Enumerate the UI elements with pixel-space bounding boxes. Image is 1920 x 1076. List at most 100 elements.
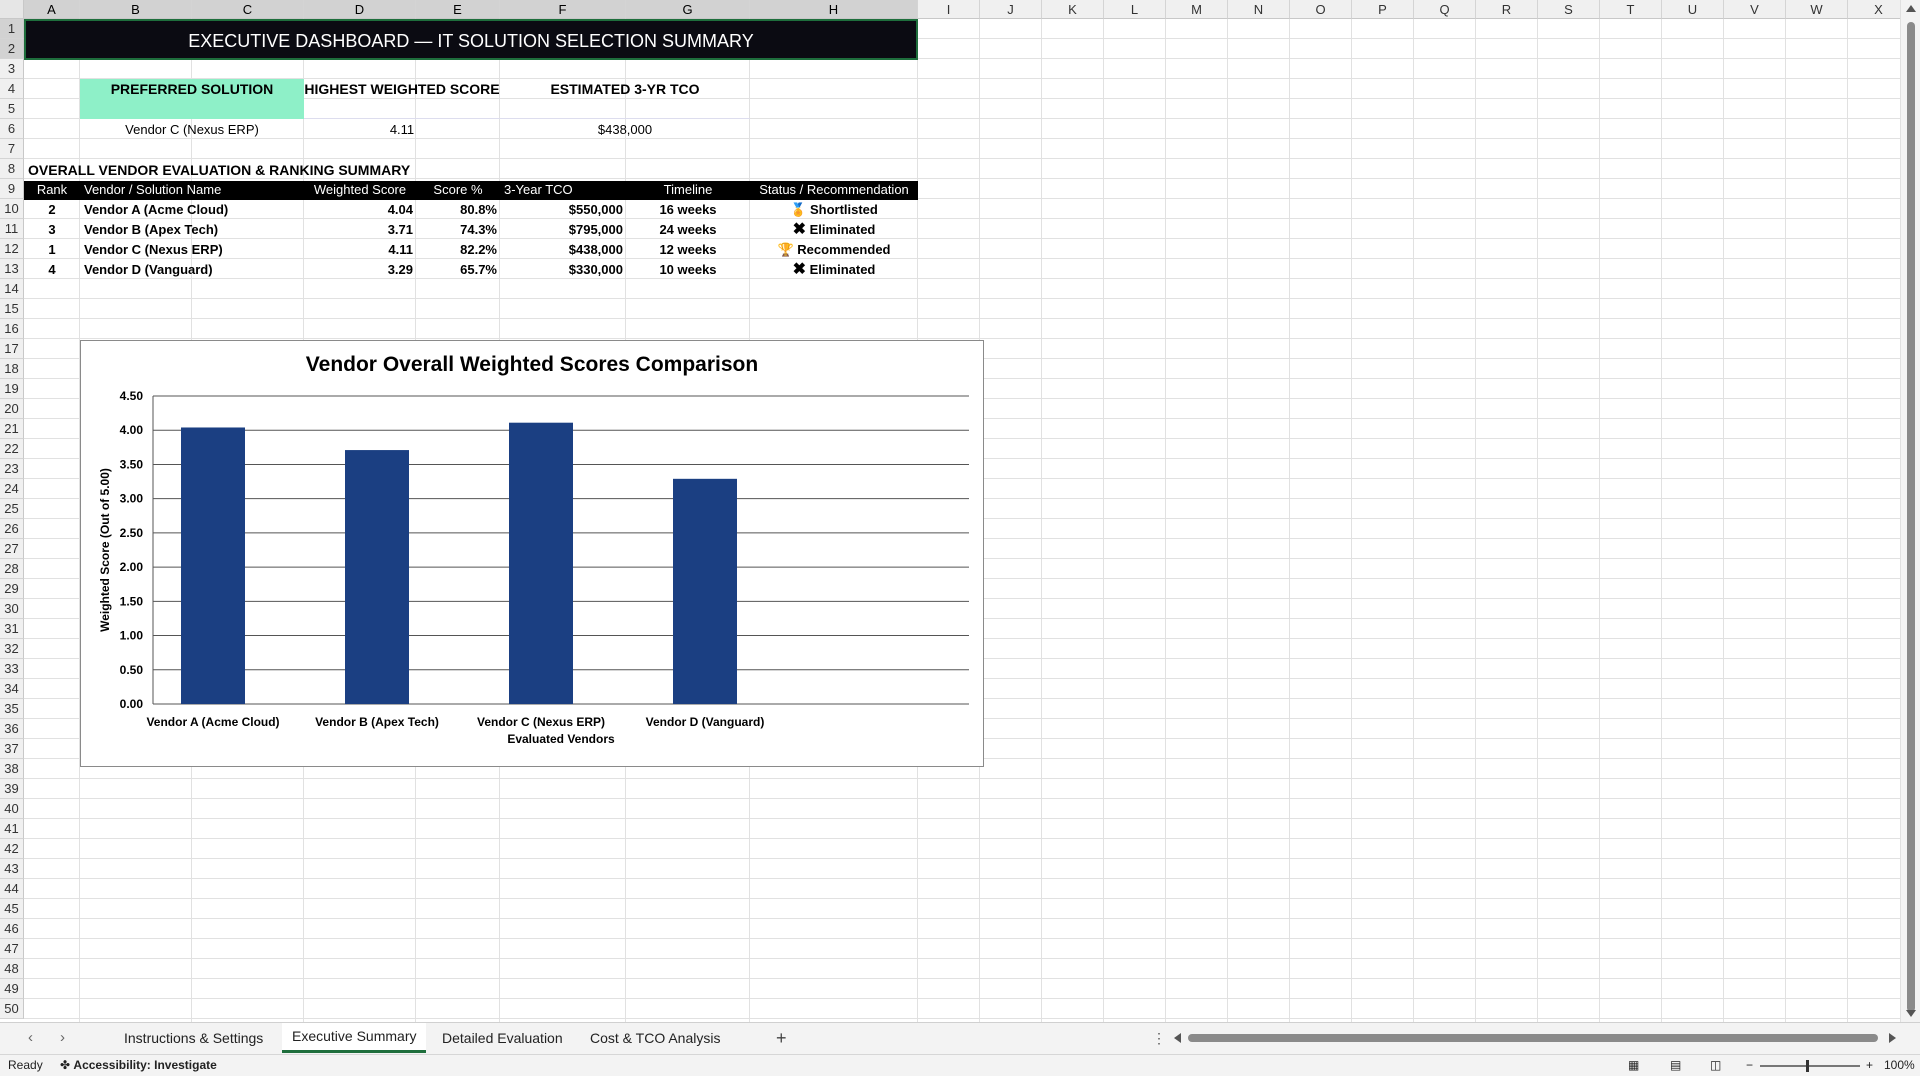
table-row-vendor[interactable]: Vendor D (Vanguard) [80, 260, 304, 280]
section-title[interactable]: OVERALL VENDOR EVALUATION & RANKING SUMM… [24, 160, 624, 180]
column-header-t[interactable]: T [1600, 0, 1662, 19]
column-header-h[interactable]: H [750, 0, 918, 19]
row-header-28[interactable]: 28 [0, 559, 24, 579]
row-header-29[interactable]: 29 [0, 579, 24, 599]
table-row-tco[interactable]: $795,000 [500, 220, 626, 240]
row-header-15[interactable]: 15 [0, 299, 24, 319]
kpi-preferred-label[interactable]: PREFERRED SOLUTION [80, 79, 304, 119]
normal-view-icon[interactable]: ▦ [1628, 1055, 1639, 1076]
row-header-9[interactable]: 9 [0, 179, 24, 199]
row-header-6[interactable]: 6 [0, 119, 24, 139]
table-row-timeline[interactable]: 16 weeks [626, 200, 750, 220]
row-header-10[interactable]: 10 [0, 199, 24, 219]
row-header-48[interactable]: 48 [0, 959, 24, 979]
table-row-tco[interactable]: $550,000 [500, 200, 626, 220]
column-header-x[interactable]: X [1848, 0, 1900, 19]
row-header-14[interactable]: 14 [0, 279, 24, 299]
column-header-q[interactable]: Q [1414, 0, 1476, 19]
row-header-25[interactable]: 25 [0, 499, 24, 519]
row-header-42[interactable]: 42 [0, 839, 24, 859]
kpi-tco-value[interactable]: $438,000 [500, 120, 750, 140]
column-header-v[interactable]: V [1724, 0, 1786, 19]
tab-cost-tco[interactable]: Cost & TCO Analysis [580, 1023, 730, 1053]
table-row-timeline[interactable]: 12 weeks [626, 240, 750, 260]
add-sheet-icon[interactable]: + [766, 1023, 797, 1053]
row-header-11[interactable]: 11 [0, 219, 24, 239]
row-header-5[interactable]: 5 [0, 99, 24, 119]
select-all-corner[interactable] [0, 0, 24, 19]
row-header-39[interactable]: 39 [0, 779, 24, 799]
table-row-pct[interactable]: 80.8% [416, 200, 500, 220]
table-row-score[interactable]: 3.71 [304, 220, 416, 240]
column-header-o[interactable]: O [1290, 0, 1352, 19]
row-header-26[interactable]: 26 [0, 519, 24, 539]
next-sheet-icon[interactable]: › [50, 1023, 75, 1053]
row-header-41[interactable]: 41 [0, 819, 24, 839]
column-header-b[interactable]: B [80, 0, 192, 19]
page-layout-view-icon[interactable]: ▤ [1670, 1055, 1681, 1076]
column-header-m[interactable]: M [1166, 0, 1228, 19]
row-header-13[interactable]: 13 [0, 259, 24, 279]
table-row-rank[interactable]: 2 [24, 200, 80, 220]
column-header-a[interactable]: A [24, 0, 80, 19]
table-row-status-cell[interactable]: 🏅 Shortlisted [750, 200, 918, 220]
kpi-tco-label[interactable]: ESTIMATED 3-YR TCO [500, 79, 750, 119]
column-header-n[interactable]: N [1228, 0, 1290, 19]
column-header-s[interactable]: S [1538, 0, 1600, 19]
horizontal-scrollbar[interactable] [1170, 1031, 1900, 1045]
column-header-e[interactable]: E [416, 0, 500, 19]
table-row-vendor[interactable]: Vendor C (Nexus ERP) [80, 240, 304, 260]
row-header-36[interactable]: 36 [0, 719, 24, 739]
column-header-k[interactable]: K [1042, 0, 1104, 19]
table-row-vendor[interactable]: Vendor A (Acme Cloud) [80, 200, 304, 220]
table-row-timeline[interactable]: 10 weeks [626, 260, 750, 280]
table-row-timeline[interactable]: 24 weeks [626, 220, 750, 240]
table-row-score[interactable]: 4.11 [304, 240, 416, 260]
row-header-34[interactable]: 34 [0, 679, 24, 699]
th-tco[interactable]: 3-Year TCO [500, 181, 626, 200]
table-row-score[interactable]: 3.29 [304, 260, 416, 280]
table-row-vendor[interactable]: Vendor B (Apex Tech) [80, 220, 304, 240]
table-row-pct[interactable]: 82.2% [416, 240, 500, 260]
column-header-i[interactable]: I [918, 0, 980, 19]
th-status[interactable]: Status / Recommendation [750, 181, 918, 200]
row-header-33[interactable]: 33 [0, 659, 24, 679]
column-header-u[interactable]: U [1662, 0, 1724, 19]
row-header-16[interactable]: 16 [0, 319, 24, 339]
th-pct[interactable]: Score % [416, 181, 500, 200]
column-header-r[interactable]: R [1476, 0, 1538, 19]
zoom-out-icon[interactable]: − [1746, 1055, 1753, 1076]
table-row-score[interactable]: 4.04 [304, 200, 416, 220]
page-break-view-icon[interactable]: ◫ [1710, 1055, 1721, 1076]
row-header-4[interactable]: 4 [0, 79, 24, 99]
table-row-rank[interactable]: 3 [24, 220, 80, 240]
zoom-slider-thumb[interactable] [1806, 1060, 1809, 1072]
row-header-21[interactable]: 21 [0, 419, 24, 439]
table-row-rank[interactable]: 1 [24, 240, 80, 260]
table-row-status-cell[interactable]: ✖ Eliminated [750, 220, 918, 240]
table-row-pct[interactable]: 74.3% [416, 220, 500, 240]
row-header-37[interactable]: 37 [0, 739, 24, 759]
row-header-23[interactable]: 23 [0, 459, 24, 479]
accessibility-status[interactable]: ✤ Accessibility: Investigate [60, 1055, 217, 1076]
row-header-35[interactable]: 35 [0, 699, 24, 719]
kpi-preferred-value[interactable]: Vendor C (Nexus ERP) [80, 120, 304, 140]
column-header-g[interactable]: G [626, 0, 750, 19]
row-header-30[interactable]: 30 [0, 599, 24, 619]
row-header-3[interactable]: 3 [0, 59, 24, 79]
tab-executive-summary[interactable]: Executive Summary [282, 1023, 427, 1053]
row-header-43[interactable]: 43 [0, 859, 24, 879]
row-header-32[interactable]: 32 [0, 639, 24, 659]
row-header-17[interactable]: 17 [0, 339, 24, 359]
row-header-49[interactable]: 49 [0, 979, 24, 999]
row-header-46[interactable]: 46 [0, 919, 24, 939]
table-row-tco[interactable]: $438,000 [500, 240, 626, 260]
row-header-20[interactable]: 20 [0, 399, 24, 419]
kpi-score-value[interactable]: 4.11 [304, 120, 500, 140]
table-row-status-cell[interactable]: ✖ Eliminated [750, 260, 918, 280]
th-score[interactable]: Weighted Score [304, 181, 416, 200]
column-header-c[interactable]: C [192, 0, 304, 19]
th-timeline[interactable]: Timeline [626, 181, 750, 200]
row-header-40[interactable]: 40 [0, 799, 24, 819]
row-header-44[interactable]: 44 [0, 879, 24, 899]
